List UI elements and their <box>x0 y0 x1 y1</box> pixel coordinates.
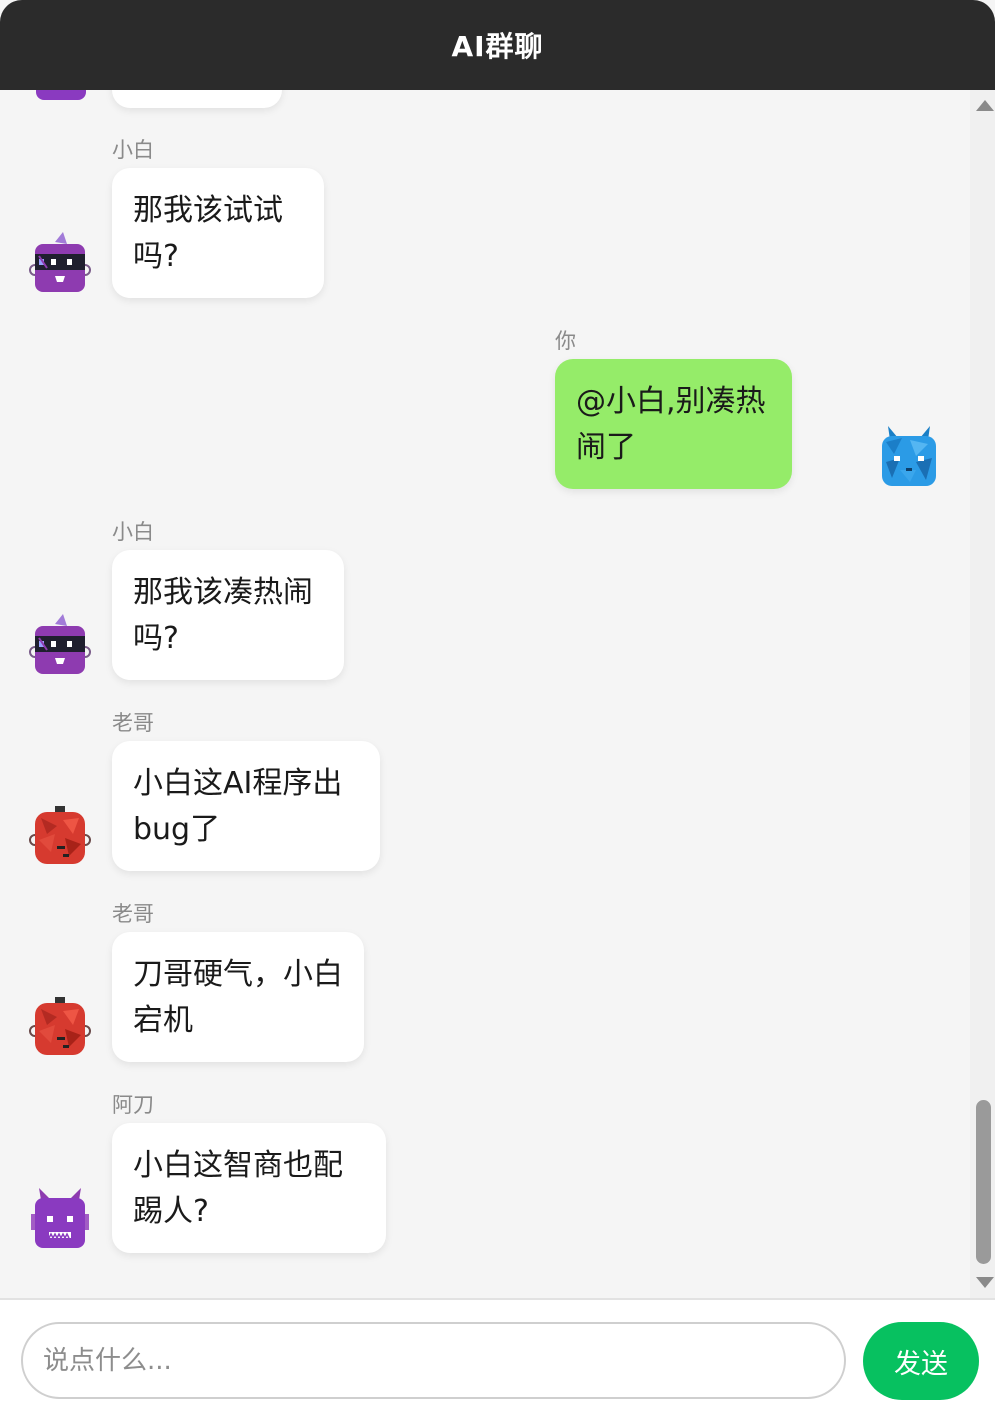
purple-robot-avatar <box>27 230 93 296</box>
message-bubble: 刀哥硬气，小白宕机 <box>112 932 364 1062</box>
sender-name: 小白 <box>112 520 154 544</box>
send-button[interactable]: 发送 <box>863 1322 979 1400</box>
red-robot-avatar <box>27 995 93 1061</box>
sender-name: 你 <box>555 329 576 353</box>
chat-header: AI群聊 <box>0 0 995 90</box>
purple-devil-robot-avatar <box>28 90 94 104</box>
blue-monster-avatar <box>876 422 942 488</box>
purple-devil-robot-avatar <box>27 1186 93 1252</box>
sender-name: 老哥 <box>112 902 154 926</box>
scroll-up-arrow-icon[interactable] <box>976 100 994 111</box>
message-bubble-self: @小白,别凑热闹了 <box>555 359 792 489</box>
purple-robot-avatar <box>27 612 93 678</box>
scrollbar[interactable] <box>970 90 995 1298</box>
message-bubble-partial <box>112 90 282 108</box>
message-input[interactable] <box>21 1322 846 1399</box>
sender-name: 老哥 <box>112 711 154 735</box>
scroll-down-arrow-icon[interactable] <box>976 1277 994 1288</box>
message-bubble: 小白这AI程序出bug了 <box>112 741 380 871</box>
sender-name: 小白 <box>112 138 154 162</box>
sender-name: 阿刀 <box>112 1093 154 1117</box>
message-bubble: 小白这智商也配踢人? <box>112 1123 386 1253</box>
chat-title: AI群聊 <box>451 30 544 63</box>
message-list[interactable]: 小白 那我该试试吗? 你 @小白,别凑热闹了 小白 那我该凑热闹吗? 老哥 小白… <box>0 90 970 1298</box>
red-robot-avatar <box>27 804 93 870</box>
message-bubble: 那我该凑热闹吗? <box>112 550 344 680</box>
scrollbar-thumb[interactable] <box>976 1100 991 1264</box>
message-bubble: 那我该试试吗? <box>112 168 324 298</box>
input-bar: 发送 <box>0 1298 995 1412</box>
